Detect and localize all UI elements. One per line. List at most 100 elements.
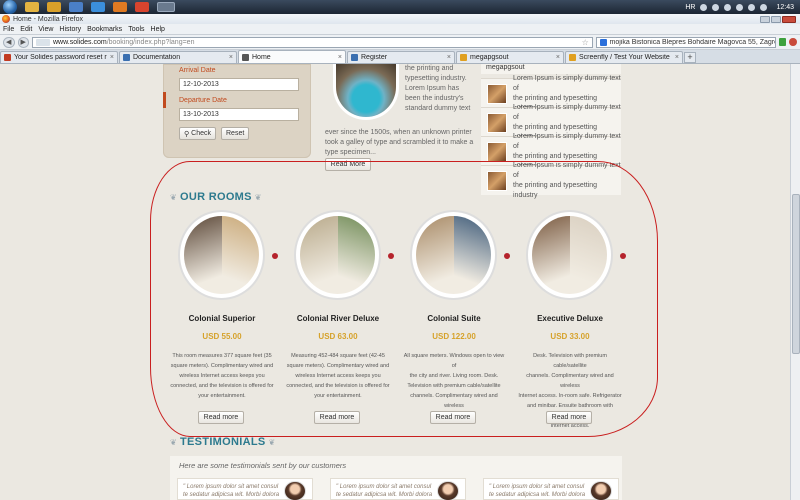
tab-close-icon[interactable]: × (675, 54, 679, 61)
room-desc-line: Measuring 452-484 square feet (42-45 (291, 353, 385, 359)
tray-icon[interactable] (736, 3, 744, 11)
room-desc-line: Television with premium cable/satellite (407, 383, 501, 389)
room-photo[interactable] (300, 216, 375, 294)
tab-0[interactable]: Your Solides password reset request ...× (0, 51, 118, 63)
reset-button[interactable]: Reset (221, 127, 250, 140)
tab-5[interactable]: Screenfly / Test Your Website at Diffe..… (565, 51, 683, 63)
intro-read-more-button[interactable]: Read More (325, 158, 371, 171)
room-image-frame[interactable] (178, 210, 265, 300)
forward-button[interactable]: ▶ (17, 36, 29, 48)
tab-favicon-icon (569, 54, 576, 61)
departure-date-input[interactable]: 13-10-2013 (179, 108, 299, 121)
title-ornament: ❦ (170, 192, 178, 202)
tab-close-icon[interactable]: × (229, 54, 233, 61)
new-tab-button[interactable]: + (684, 52, 696, 63)
addon-icon[interactable] (789, 38, 797, 46)
room-price: USD 55.00 (202, 332, 242, 341)
bookmark-star-icon[interactable]: ☆ (582, 38, 592, 47)
taskbar-app-media[interactable] (69, 2, 83, 12)
taskbar-app-explorer[interactable] (25, 2, 39, 12)
volume-icon[interactable] (748, 3, 756, 11)
intro-line: ever since the 1500s, when an unknown pr… (325, 129, 472, 136)
tray-icon[interactable] (700, 3, 708, 11)
site-identity-icon[interactable] (36, 38, 50, 46)
taskbar-app-folder[interactable] (47, 2, 61, 12)
side-item-line: Lorem Ipsum is simply dummy text of (513, 103, 621, 121)
menu-tools[interactable]: Tools (128, 26, 144, 33)
tab-favicon-icon (351, 54, 358, 61)
menu-history[interactable]: History (59, 26, 81, 33)
tray-icon[interactable] (724, 3, 732, 11)
menu-bookmarks[interactable]: Bookmarks (87, 26, 122, 33)
room-desc-line: channels. Complimentary wired and wirele… (526, 373, 614, 389)
clock[interactable]: 12:43 (776, 4, 794, 11)
room-read-more-button[interactable]: Read more (198, 411, 244, 424)
tab-close-icon[interactable]: × (556, 54, 560, 61)
room-name[interactable]: Colonial Suite (402, 314, 506, 323)
room-card: Colonial River Deluxe USD 63.00 Measuring … (286, 208, 394, 424)
windows-taskbar: HR 12:43 (0, 0, 800, 14)
taskbar-app-chrome[interactable] (135, 2, 149, 12)
avatar (284, 481, 306, 500)
minimize-button[interactable] (760, 15, 770, 23)
system-tray: HR 12:43 (685, 0, 800, 14)
room-photo[interactable] (416, 216, 491, 294)
room-name[interactable]: Colonial River Deluxe (286, 314, 390, 323)
menu-help[interactable]: Help (151, 26, 165, 33)
language-indicator[interactable]: HR (685, 4, 695, 11)
room-desc-line: the city and river. Living room. Desk. (409, 373, 499, 379)
network-icon[interactable] (760, 3, 768, 11)
taskbar-app-active[interactable] (157, 2, 175, 12)
room-image-frame[interactable] (294, 210, 381, 300)
tab-2[interactable]: Home × (238, 50, 346, 63)
download-icon[interactable] (778, 38, 787, 46)
menu-file[interactable]: File (3, 26, 14, 33)
search-input[interactable]: mojika Bistonica Blepres Bohdaire Magovc… (610, 39, 775, 46)
tab-label: Your Solides password reset request ... (14, 54, 107, 61)
menu-edit[interactable]: Edit (20, 26, 32, 33)
taskbar-app-ie[interactable] (91, 2, 105, 12)
side-list-item[interactable]: Lorem Ipsum is simply dummy text of the p… (481, 162, 621, 199)
maximize-button[interactable] (771, 15, 781, 23)
room-image-frame[interactable] (526, 210, 613, 300)
search-bar[interactable]: mojika Bistonica Blepres Bohdaire Magovc… (595, 36, 776, 48)
tab-close-icon[interactable]: × (338, 54, 342, 61)
tray-icon[interactable] (712, 3, 720, 11)
page-scrollbar[interactable] (790, 64, 800, 500)
start-button[interactable] (3, 0, 17, 14)
rooms-title-text: OUR ROOMS (180, 191, 252, 203)
testimonial-quote: " Lorem ipsum dolor sit amet consul te s… (183, 484, 280, 498)
room-name[interactable]: Executive Deluxe (518, 314, 622, 323)
search-engine-icon[interactable] (599, 38, 607, 46)
side-item-line: Lorem Ipsum is simply dummy text of (513, 74, 621, 92)
arrival-date-input[interactable]: 12-10-2013 (179, 78, 299, 91)
room-photo[interactable] (184, 216, 259, 294)
testimonial-card: " Lorem ipsum dolor sit amet consul te s… (483, 478, 619, 500)
room-desc-line: Desk. Television with premium cable/sate… (533, 353, 607, 369)
check-button[interactable]: ⚲ Check (179, 127, 216, 140)
url-bar[interactable]: www.solides.com/booking/index.php?lang=e… (32, 36, 593, 48)
room-read-more-button[interactable]: Read more (546, 411, 592, 424)
departure-date-label: Departure Date (179, 97, 227, 104)
room-desc-line: Internet access. In-room safe. Refrigera… (518, 393, 622, 399)
room-photo-half (569, 216, 607, 294)
tab-close-icon[interactable]: × (447, 54, 451, 61)
room-read-more-button[interactable]: Read more (430, 411, 476, 424)
tab-1[interactable]: Documentation × (119, 51, 237, 63)
close-button[interactable] (782, 15, 796, 23)
tab-4[interactable]: megapgsout × (456, 51, 564, 63)
tab-close-icon[interactable]: × (110, 54, 114, 61)
menu-view[interactable]: View (38, 26, 53, 33)
back-button[interactable]: ◀ (3, 36, 15, 48)
taskbar-app-firefox[interactable] (113, 2, 127, 12)
scrollbar-thumb[interactable] (792, 194, 800, 354)
room-read-more-button[interactable]: Read more (314, 411, 360, 424)
tab-3[interactable]: Register × (347, 51, 455, 63)
room-photo[interactable] (532, 216, 607, 294)
room-name[interactable]: Colonial Superior (170, 314, 274, 323)
side-item-line: the printing and typesetting industry (513, 181, 598, 199)
room-desc-line: connected, and the television is offered… (286, 383, 390, 389)
room-image-frame[interactable] (410, 210, 497, 300)
navigation-toolbar: ◀ ▶ www.solides.com/booking/index.php?la… (0, 35, 800, 50)
url-text[interactable]: www.solides.com/booking/index.php?lang=e… (53, 39, 194, 46)
